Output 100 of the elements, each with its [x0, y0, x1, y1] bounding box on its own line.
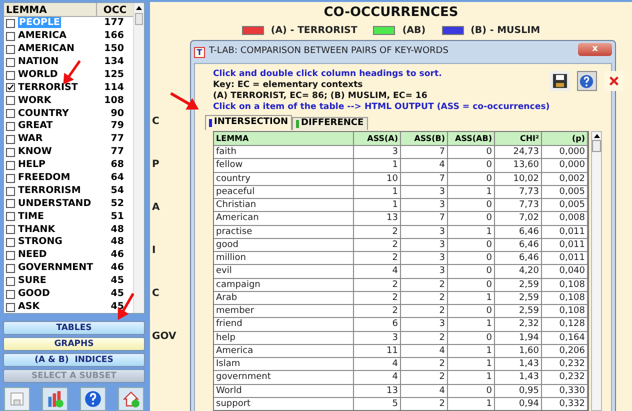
close-button[interactable] — [604, 71, 624, 91]
checkbox[interactable] — [6, 96, 15, 106]
checkbox[interactable] — [6, 160, 15, 170]
lemma-item[interactable]: TIME — [17, 210, 97, 224]
checkbox[interactable] — [6, 238, 15, 248]
lemma-item[interactable]: STRONG — [17, 235, 97, 250]
checkbox[interactable] — [6, 58, 15, 67]
occurrence-count: 52 — [110, 196, 124, 211]
checkbox[interactable] — [6, 83, 15, 92]
table-cell: 0 — [448, 158, 495, 172]
table-cell: 11 — [354, 344, 401, 357]
background-label: C — [152, 115, 160, 129]
lemma-item[interactable]: WORLD — [17, 68, 97, 82]
table-cell: 7 — [401, 211, 448, 224]
table-cell: American — [214, 211, 354, 224]
scrollbar-thumb[interactable] — [135, 13, 143, 25]
table-cell: 6,46 — [495, 224, 542, 238]
lemma-item[interactable]: ASK — [17, 300, 97, 314]
checkbox[interactable] — [6, 212, 15, 222]
table-cell: evil — [214, 264, 354, 278]
table-cell: 7,73 — [495, 198, 542, 212]
checkbox[interactable] — [6, 199, 15, 208]
scroll-up-icon[interactable] — [594, 134, 600, 138]
checkbox[interactable] — [6, 70, 15, 80]
scroll-up-icon[interactable] — [136, 6, 142, 10]
table-cell: 2 — [401, 357, 448, 370]
checkbox[interactable] — [6, 122, 15, 132]
table-cell: 1 — [354, 158, 401, 172]
column-header[interactable]: ASS(A) — [354, 132, 401, 145]
column-header[interactable]: CHI² — [495, 132, 542, 145]
table-cell: 0,011 — [542, 251, 588, 264]
help-icon-button[interactable] — [80, 387, 106, 411]
checkbox[interactable] — [6, 148, 15, 157]
checkbox[interactable] — [6, 18, 15, 28]
table-cell: America — [214, 344, 354, 357]
side-button[interactable]: GRAPHS — [3, 337, 145, 352]
checkbox[interactable] — [6, 250, 15, 260]
lemma-item[interactable]: NEED — [17, 248, 97, 263]
scrollbar[interactable] — [591, 131, 602, 411]
lemma-item[interactable]: AMERICAN — [17, 42, 97, 56]
help-button[interactable] — [576, 71, 597, 91]
lemma-item[interactable]: TERRORIST — [17, 80, 97, 96]
tab[interactable]: INTERSECTION — [205, 115, 292, 130]
home-icon-button[interactable] — [118, 387, 144, 411]
checkbox[interactable] — [6, 174, 15, 183]
column-header[interactable]: OCC — [97, 3, 133, 16]
table-cell: 2 — [401, 370, 448, 384]
checkbox[interactable] — [6, 290, 15, 299]
column-header[interactable]: LEMMA — [214, 132, 354, 145]
table-cell: 2 — [401, 304, 448, 318]
table-cell: Arab — [214, 290, 354, 304]
scrollbar-thumb[interactable] — [592, 140, 601, 152]
checkbox[interactable] — [6, 44, 15, 54]
checkbox[interactable] — [6, 32, 15, 41]
table-cell: 1 — [448, 184, 495, 198]
table-cell: 1,94 — [495, 330, 542, 344]
table-cell: good — [214, 238, 354, 251]
save-button[interactable] — [550, 71, 570, 91]
table-cell: 2 — [401, 330, 448, 344]
lemma-item[interactable]: GOOD — [17, 287, 97, 302]
lemma-item[interactable]: FREEDOM — [17, 171, 97, 186]
checkbox[interactable] — [6, 225, 15, 234]
column-header[interactable]: ASS(B) — [401, 132, 448, 145]
chart-icon-button[interactable] — [42, 387, 68, 411]
occurrence-count: 125 — [103, 68, 124, 82]
table-cell: 3 — [401, 224, 448, 238]
lemma-item[interactable]: UNDERSTAND — [17, 196, 97, 212]
scrollbar[interactable] — [133, 3, 144, 314]
lemma-item[interactable]: GREAT — [17, 119, 97, 134]
lemma-item[interactable]: SURE — [17, 274, 97, 288]
checkbox[interactable] — [6, 134, 15, 144]
table-cell: 0 — [448, 198, 495, 212]
lemma-item[interactable]: AMERICA — [17, 29, 97, 44]
lemma-item[interactable]: GOVERNMENT — [17, 261, 97, 276]
table-cell: 0,008 — [542, 211, 588, 224]
lemma-item[interactable]: WAR — [17, 132, 97, 147]
column-header[interactable]: (p) — [542, 132, 588, 145]
column-header[interactable]: ASS(AB) — [448, 132, 495, 145]
checkbox[interactable] — [6, 276, 15, 286]
side-button[interactable]: (A & B) INDICES — [3, 353, 145, 368]
checkbox[interactable] — [6, 302, 15, 312]
lemma-item[interactable]: WORK — [17, 94, 97, 108]
table-cell: 4 — [401, 344, 448, 357]
table-cell: 0,005 — [542, 198, 588, 212]
checkbox[interactable] — [6, 109, 15, 118]
lemma-item[interactable]: THANK — [17, 222, 97, 237]
table-cell: 2,59 — [495, 290, 542, 304]
checkbox[interactable] — [6, 186, 15, 196]
tab[interactable]: DIFFERENCE — [292, 117, 368, 130]
occurrence-count: 46 — [110, 248, 124, 262]
lemma-item[interactable]: NATION — [17, 55, 97, 70]
column-header[interactable]: LEMMA — [4, 3, 97, 16]
check-icon — [7, 84, 14, 92]
lemma-item[interactable]: HELP — [17, 158, 97, 172]
side-button[interactable]: TABLES — [3, 321, 145, 336]
lemma-item[interactable]: KNOW — [17, 145, 97, 160]
table-cell: 4 — [354, 357, 401, 370]
lemma-item[interactable]: TERRORISM — [17, 184, 97, 198]
checkbox[interactable] — [6, 264, 15, 273]
lemma-item[interactable]: COUNTRY — [17, 106, 97, 121]
